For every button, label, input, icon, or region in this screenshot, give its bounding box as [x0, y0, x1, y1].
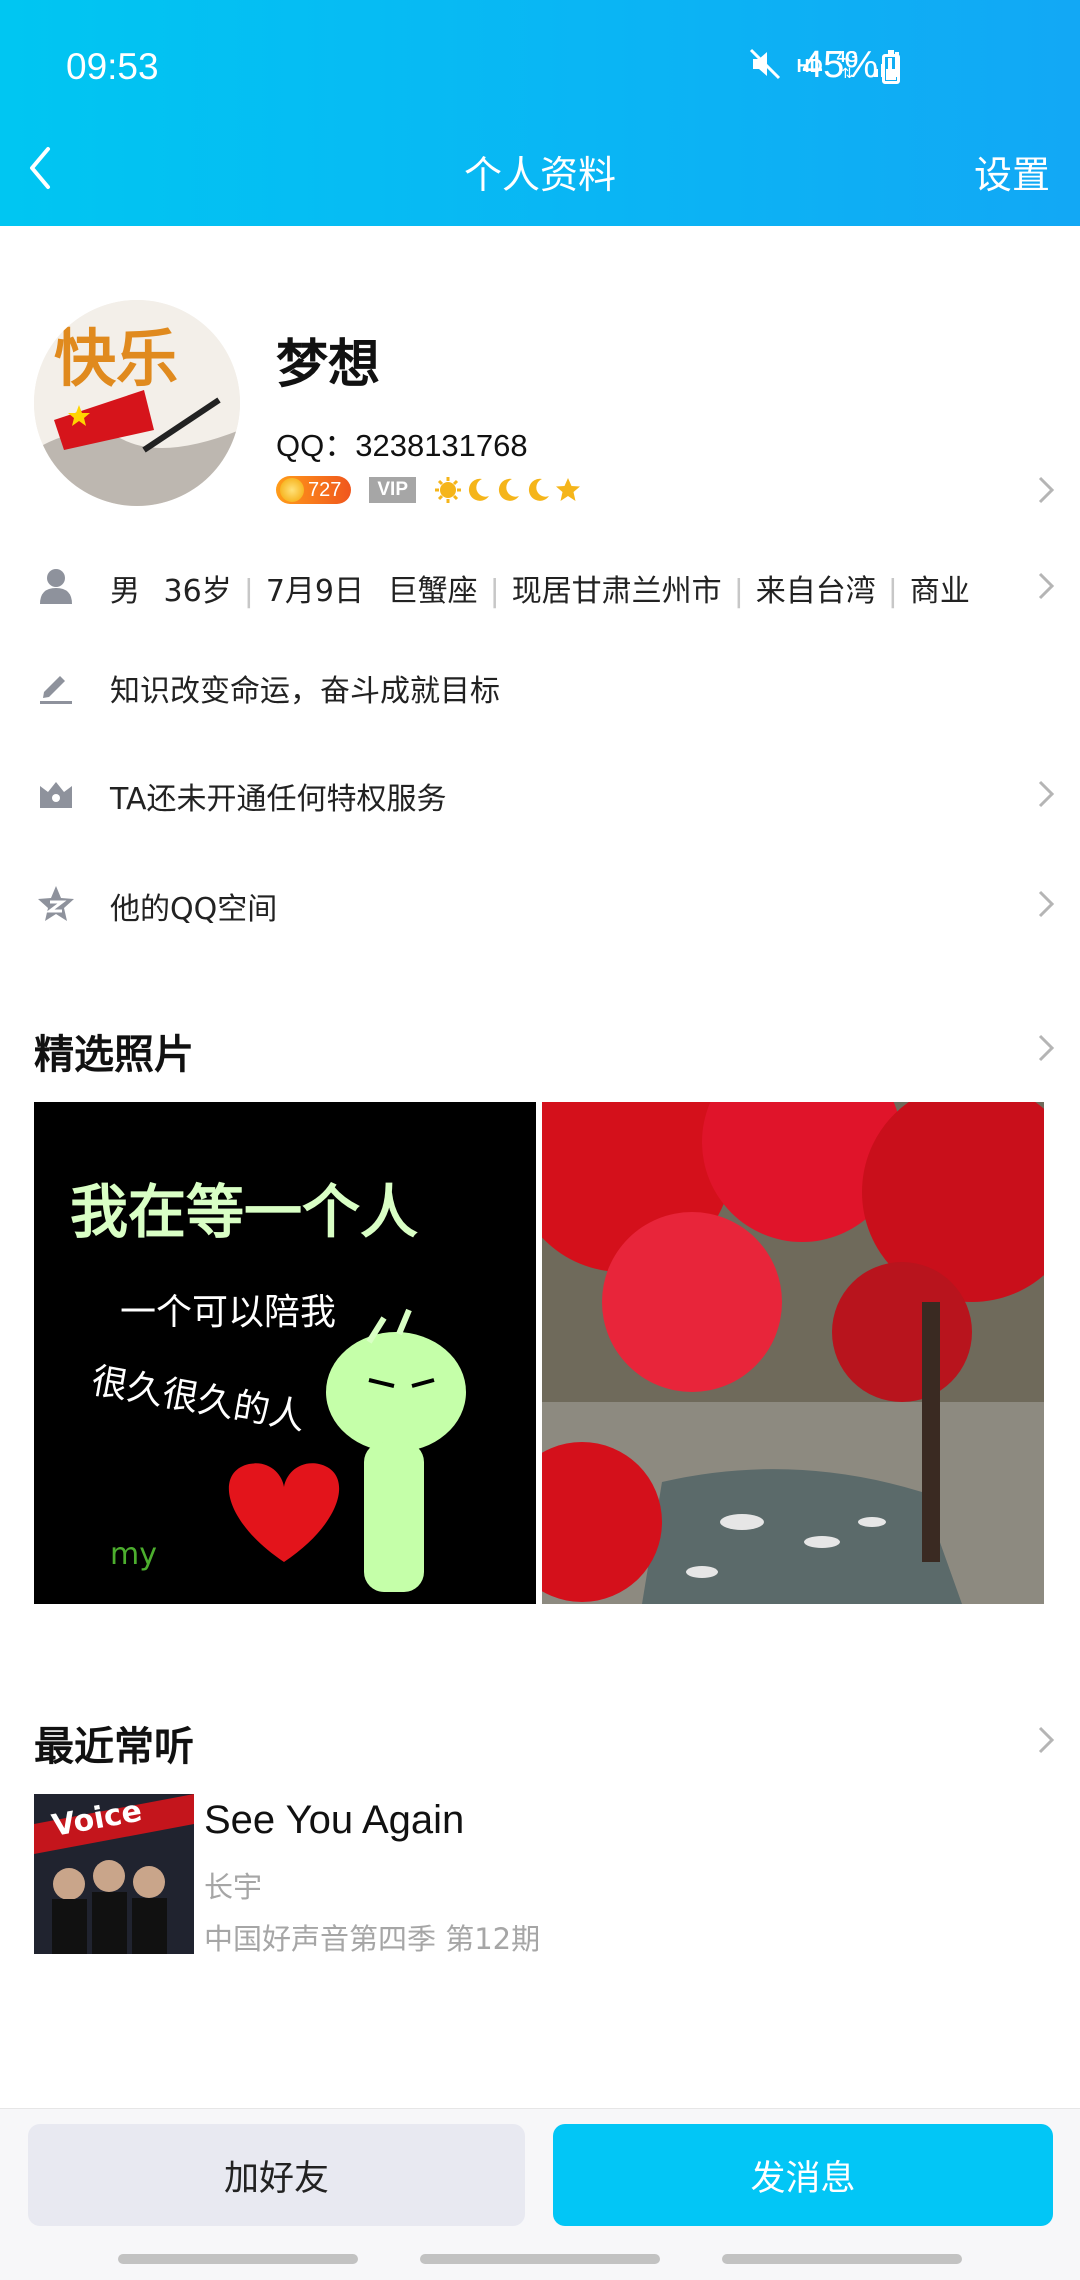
info-location: 现居甘肃兰州市	[511, 574, 722, 609]
privilege-row[interactable]: TA还未开通任何特权服务	[0, 754, 1080, 834]
avatar[interactable]: 快乐	[34, 300, 240, 506]
info-occupation: 商业	[909, 574, 970, 609]
song-album: 中国好声音第四季 第12期	[204, 1922, 541, 1956]
sun-icon	[435, 477, 461, 503]
privilege-text: TA还未开通任何特权服务	[110, 782, 447, 817]
moon-icon	[468, 478, 489, 501]
profile-name: 梦想	[276, 335, 381, 395]
info-zodiac: 巨蟹座	[387, 574, 478, 609]
star-icon	[556, 478, 580, 501]
signature-row: 知识改变命运，奋斗成就目标	[0, 646, 1080, 726]
chevron-right-icon[interactable]	[1034, 472, 1058, 508]
crown-icon	[40, 782, 72, 808]
chevron-right-icon[interactable]	[1034, 1722, 1058, 1758]
moon-icon	[528, 478, 549, 501]
info-hometown: 来自台湾	[755, 574, 876, 609]
qzone-text: 他的QQ空间	[110, 892, 278, 927]
photo-1[interactable]: 我在等一个人 一个可以陪我 很久很久的人 my	[34, 1102, 536, 1604]
song-artist: 长宇	[204, 1870, 263, 1904]
chevron-right-icon	[1038, 572, 1055, 600]
settings-button[interactable]: 设置	[974, 144, 1050, 199]
chevron-right-icon	[1038, 890, 1055, 918]
info-gender: 男	[110, 574, 140, 609]
info-age: 36岁	[163, 574, 232, 609]
mute-icon	[747, 46, 783, 86]
info-row[interactable]: 男 36岁 | 7月9日 巨蟹座 | 现居甘肃兰州市 | 来自台湾 | 商业	[0, 546, 1080, 626]
avatar-text: 快乐	[54, 322, 178, 395]
photo-2[interactable]	[542, 1102, 1044, 1604]
chevron-right-icon	[1038, 780, 1055, 808]
photo-1-line-4: my	[110, 1537, 157, 1572]
gesture-bar	[420, 2254, 660, 2264]
gesture-bar	[722, 2254, 962, 2264]
qzone-row[interactable]: 他的QQ空间	[0, 864, 1080, 944]
qzone-star-icon	[38, 886, 74, 921]
badge-row[interactable]: 727 VIP	[276, 474, 582, 506]
photo-1-line-1: 我在等一个人	[70, 1178, 418, 1246]
add-friend-button[interactable]: 加好友	[28, 2124, 525, 2226]
app-header: 09:53 HD 4G ⇅ 45% 个人资料 设置	[0, 0, 1080, 226]
signature-text: 知识改变命运，奋斗成就目标	[110, 674, 500, 709]
level-badge: 727	[276, 476, 352, 504]
send-message-button[interactable]: 发消息	[553, 2124, 1053, 2226]
qq-number: QQ：3238131768	[276, 428, 528, 463]
moon-icon	[498, 478, 519, 501]
landscape-photo	[542, 1102, 1044, 1604]
gesture-bar	[118, 2254, 358, 2264]
person-icon	[40, 569, 72, 604]
pencil-icon	[40, 676, 72, 704]
song-title[interactable]: See You Again	[204, 1798, 464, 1843]
info-birthday: 7月9日	[265, 574, 365, 609]
status-time: 09:53	[66, 46, 159, 87]
vip-badge: VIP	[369, 477, 416, 503]
coin-icon	[280, 478, 304, 502]
music-section-title: 最近常听	[34, 1724, 194, 1770]
photo-1-line-2: 一个可以陪我	[120, 1292, 336, 1333]
qq-rank	[434, 476, 582, 504]
battery-icon	[882, 50, 900, 84]
photos-section-title: 精选照片	[34, 1032, 194, 1078]
chevron-right-icon[interactable]	[1034, 1030, 1058, 1066]
page-title: 个人资料	[463, 153, 616, 197]
album-cover[interactable]: Voice	[34, 1794, 194, 1954]
battery-percent: 45%	[802, 44, 879, 86]
